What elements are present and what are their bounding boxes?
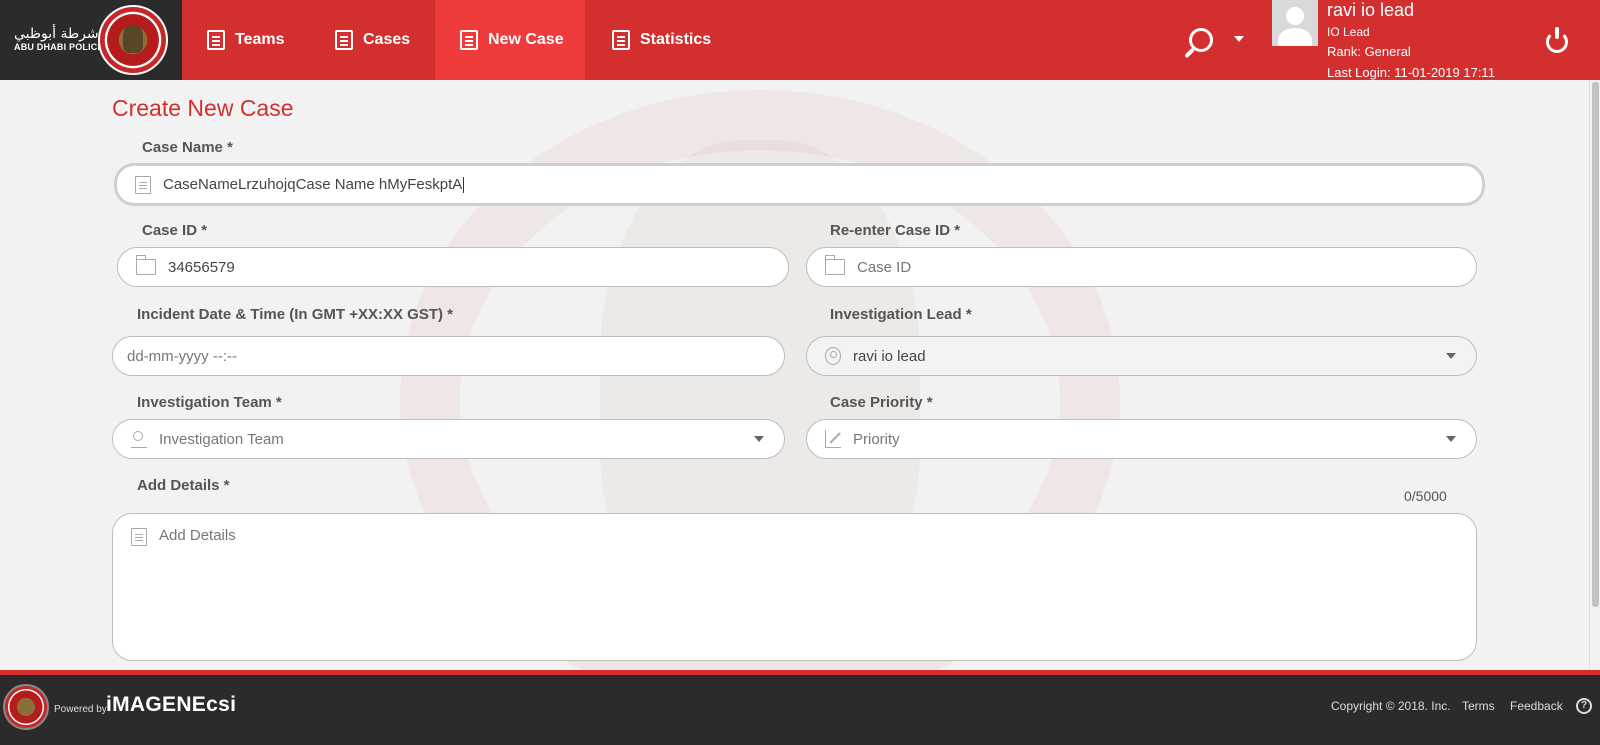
list-icon <box>207 30 225 50</box>
vertical-scrollbar[interactable] <box>1589 80 1600 670</box>
case-priority-label: Case Priority * <box>830 394 933 411</box>
nav-statistics-label: Statistics <box>640 31 712 48</box>
create-case-form: Create New Case Case Name * CaseNameLrzu… <box>0 80 1590 670</box>
reenter-case-id-label: Re-enter Case ID * <box>830 222 961 239</box>
case-id-value: 34656579 <box>168 258 235 276</box>
chevron-down-icon <box>1446 353 1456 359</box>
logo[interactable]: شرطة أبوظبي ABU DHABI POLICE <box>0 0 182 80</box>
terms-link[interactable]: Terms <box>1462 699 1495 713</box>
nav-cases-label: Cases <box>363 31 411 48</box>
incident-datetime-input[interactable]: dd-mm-yyyy --:-- <box>112 336 785 376</box>
add-details-label: Add Details * <box>137 477 230 494</box>
document-icon <box>460 30 478 50</box>
character-counter: 0/5000 <box>1404 488 1447 504</box>
investigation-team-label: Investigation Team * <box>137 394 282 411</box>
folder-icon <box>136 255 156 275</box>
case-name-value: CaseNameLrzuhojqCase Name hMyFeskptA <box>163 175 463 193</box>
user-name: ravi io lead <box>1327 0 1415 20</box>
logout-power-icon[interactable] <box>1546 27 1568 53</box>
team-icon <box>131 430 147 448</box>
feedback-link[interactable]: Feedback <box>1510 699 1563 713</box>
case-id-input[interactable]: 34656579 <box>117 247 789 287</box>
priority-icon <box>825 430 841 448</box>
page-title: Create New Case <box>112 95 294 121</box>
footer: Powered by iMAGENEcsi Copyright © 2018. … <box>0 670 1600 745</box>
user-rank: Rank: General <box>1327 44 1411 59</box>
user-circle-icon <box>825 347 841 365</box>
case-id-label: Case ID * <box>142 222 208 239</box>
top-header: شرطة أبوظبي ABU DHABI POLICE Teams Cases… <box>0 0 1600 80</box>
scrollbar-thumb[interactable] <box>1592 82 1599 607</box>
brand-logo: iMAGENEcsi <box>106 693 237 716</box>
incident-datetime-label: Incident Date & Time (In GMT +XX:XX GST)… <box>137 306 454 323</box>
nav-cases[interactable]: Cases <box>335 0 410 80</box>
copyright-text: Copyright © 2018. Inc. <box>1331 699 1451 713</box>
investigation-lead-select[interactable]: ravi io lead <box>806 336 1477 376</box>
police-seal-icon <box>3 684 49 730</box>
document-icon <box>131 528 147 546</box>
investigation-team-placeholder: Investigation Team <box>159 430 284 448</box>
list-icon <box>335 30 353 50</box>
user-role: IO Lead <box>1327 25 1370 39</box>
document-icon <box>612 30 630 50</box>
text-cursor <box>463 177 465 194</box>
investigation-lead-label: Investigation Lead * <box>830 306 972 323</box>
folder-icon <box>825 255 845 275</box>
nav-new-case[interactable]: New Case <box>435 0 585 80</box>
powered-by-text: Powered by <box>54 704 107 715</box>
avatar[interactable] <box>1272 0 1318 46</box>
add-details-textarea[interactable]: Add Details <box>112 513 1477 661</box>
logo-english-text: ABU DHABI POLICE <box>14 42 104 52</box>
help-icon[interactable]: ? <box>1576 698 1592 714</box>
case-priority-placeholder: Priority <box>853 430 900 448</box>
nav-new-case-label: New Case <box>488 31 564 48</box>
last-login: Last Login: 11-01-2019 17:11 <box>1327 65 1495 80</box>
reenter-case-id-input[interactable]: Case ID <box>806 247 1477 287</box>
case-priority-select[interactable]: Priority <box>806 419 1477 459</box>
nav-statistics[interactable]: Statistics <box>612 0 711 80</box>
case-name-label: Case Name * <box>142 139 233 156</box>
search-dropdown-chevron-icon[interactable] <box>1234 36 1244 42</box>
nav-teams[interactable]: Teams <box>207 0 285 80</box>
search-icon[interactable] <box>1189 28 1213 52</box>
investigation-lead-value: ravi io lead <box>853 347 926 365</box>
chevron-down-icon <box>1446 436 1456 442</box>
police-seal-icon <box>98 5 168 75</box>
case-name-input[interactable]: CaseNameLrzuhojqCase Name hMyFeskptA <box>114 163 1485 206</box>
investigation-team-select[interactable]: Investigation Team <box>112 419 785 459</box>
incident-datetime-placeholder: dd-mm-yyyy --:-- <box>127 347 237 365</box>
add-details-placeholder: Add Details <box>159 527 236 544</box>
reenter-case-id-placeholder: Case ID <box>857 258 912 276</box>
document-icon <box>135 175 151 194</box>
nav-teams-label: Teams <box>235 31 285 48</box>
logo-arabic-text: شرطة أبوظبي <box>14 26 99 42</box>
chevron-down-icon <box>754 436 764 442</box>
